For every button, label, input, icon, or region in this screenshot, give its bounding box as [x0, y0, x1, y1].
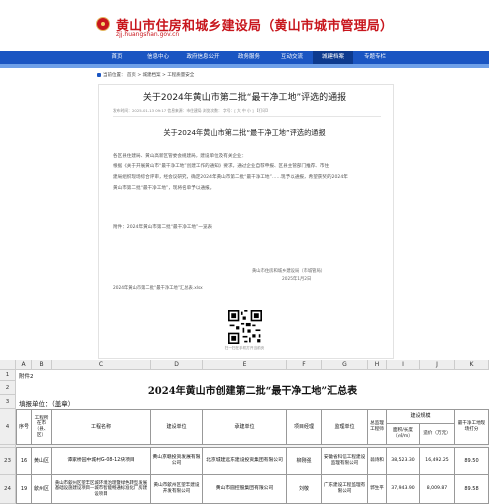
home-icon: [97, 72, 101, 77]
cell-contractor[interactable]: 黄山市圆控股集团有限公司: [203, 475, 287, 504]
cell-score[interactable]: 89.50: [455, 448, 489, 475]
column-header[interactable]: K: [455, 360, 489, 370]
header-score[interactable]: 最干净工地现场打分: [455, 409, 489, 445]
cell-score[interactable]: 89.58: [455, 475, 489, 504]
column-header[interactable]: I: [387, 360, 420, 370]
article-paragraph: 各区县住建局、黄山高新区管委会规建局，建设单位及有关企业：: [113, 154, 247, 159]
row-header[interactable]: 3: [0, 395, 16, 409]
main-nav: 首页 信息中心 政府信息公开 政务服务 互动交流 城建档案 专题专栏: [0, 51, 489, 64]
header-cost[interactable]: 造价（万元）: [420, 424, 455, 445]
nav-item-services[interactable]: 政务服务: [227, 51, 271, 64]
header-scale[interactable]: 建设规模: [387, 409, 455, 424]
cell-supervisor[interactable]: 安徽省科信工程建设监理有限公司: [322, 448, 368, 475]
cell-cost[interactable]: 16,492.25: [420, 448, 455, 475]
attachment-link[interactable]: 2024年黄山市第二批“最干净工地”汇总表.xlsx: [113, 285, 203, 291]
row-header[interactable]: 23: [0, 448, 16, 475]
article-subtitle: 关于2024年黄山市第二批“最干净工地”评选的通报: [163, 128, 326, 137]
cell-region[interactable]: 歙州区: [32, 475, 52, 504]
column-header[interactable]: E: [203, 360, 287, 370]
column-header[interactable]: C: [52, 360, 151, 370]
row-header[interactable]: 1: [0, 370, 16, 381]
cell-chief[interactable]: 翁诗和: [368, 448, 387, 475]
cell-area[interactable]: 37,943.90: [387, 475, 420, 504]
cell-manager[interactable]: 刘敬: [287, 475, 322, 504]
cell-builder[interactable]: 黄山京赣投资发展有限公司: [151, 448, 203, 475]
attachment-label-cell[interactable]: 附件2: [19, 372, 34, 380]
cell-cost[interactable]: 8,009.87: [420, 475, 455, 504]
breadcrumb: 当前位置： 首页 > 城建档案 > 工程质量安全: [97, 72, 194, 78]
nav-item-archives[interactable]: 城建档案: [313, 51, 353, 64]
cell-seq[interactable]: 19: [16, 475, 32, 504]
cell-builder[interactable]: 黄山市歙州区望丰建设开发有限公司: [151, 475, 203, 504]
cell-project[interactable]: 谭家桥园中城村G-08-12块项目: [52, 448, 151, 475]
column-header[interactable]: G: [322, 360, 368, 370]
column-header[interactable]: F: [287, 360, 322, 370]
attachment-line: 附件：2024年黄山市第二批“最干净工地”一览表: [113, 225, 213, 230]
article-divider: [113, 116, 381, 117]
header-chief-engineer[interactable]: 总监理工程师: [368, 409, 387, 445]
sign-date: 2025年1月2日: [282, 277, 312, 282]
cell-project[interactable]: 黄山市歙州区望丰区城环境治理暨绿色转型发展基础设施建设项目—城市智能畅通标准化厂…: [52, 475, 151, 504]
cell-area[interactable]: 38,523.30: [387, 448, 420, 475]
qr-caption: 扫一扫在手机打开当前页: [224, 346, 265, 350]
header-builder[interactable]: 建设单位: [151, 409, 203, 445]
header-region[interactable]: 工程所在市（县、区）: [32, 409, 52, 445]
column-header[interactable]: A: [16, 360, 32, 370]
header-seq[interactable]: 序号: [16, 409, 32, 445]
header-contractor[interactable]: 承建单位: [203, 409, 287, 445]
site-banner: 黄山市住房和城乡建设局（黄山市城市管理局） zjj.huangshan.gov.…: [0, 0, 489, 48]
column-header[interactable]: B: [32, 360, 52, 370]
nav-item-disclosure[interactable]: 政府信息公开: [179, 51, 227, 64]
column-header[interactable]: H: [368, 360, 387, 370]
header-area[interactable]: 面积/长度（㎡/m）: [387, 424, 420, 445]
article-meta: 发布时间：2025-01-13 09:17 信息来源：市住建局 浏览次数： 字号…: [113, 108, 270, 113]
nav-item-home[interactable]: 首页: [97, 51, 137, 64]
row-header[interactable]: 2: [0, 381, 16, 395]
webpage-area: 黄山市住房和城乡建设局（黄山市城市管理局） zjj.huangshan.gov.…: [0, 0, 489, 360]
row-header[interactable]: 4: [0, 409, 16, 445]
filler-cell[interactable]: 填报单位：（盖章）: [19, 398, 74, 408]
cell-chief[interactable]: 郭生平: [368, 475, 387, 504]
column-header[interactable]: J: [420, 360, 455, 370]
article-paragraph: 根据《关于开展黄山市“最干净工地”创建工作的通知》要求，通过企业自荐申报、区县主…: [113, 164, 330, 169]
row-header[interactable]: 24: [0, 475, 16, 504]
signer: 黄山市住房和城乡建设局（市城管局）: [252, 269, 326, 274]
breadcrumb-text[interactable]: 当前位置： 首页 > 城建档案 > 工程质量安全: [103, 73, 194, 78]
cell-contractor[interactable]: 北京城建远东建设投资集团有限公司: [203, 448, 287, 475]
header-supervisor[interactable]: 监理单位: [322, 409, 368, 445]
cell-supervisor[interactable]: 广东建设工程监理有限公司: [322, 475, 368, 504]
article-title: 关于2024年黄山市第二批“最干净工地”评选的通报: [142, 93, 347, 103]
qr-code: [228, 310, 262, 344]
cell-seq[interactable]: 16: [16, 448, 32, 475]
header-manager[interactable]: 项目经理: [287, 409, 322, 445]
header-project[interactable]: 工程名称: [52, 409, 151, 445]
site-url: zjj.huangshan.gov.cn: [116, 31, 180, 38]
corner-cell[interactable]: [0, 360, 16, 370]
article-paragraph: 黄山市第二批“最干净工地”，现将名单予以通报。: [113, 186, 215, 191]
column-header[interactable]: D: [151, 360, 203, 370]
cell-region[interactable]: 黄山区: [32, 448, 52, 475]
article-paragraph: 建局组织现场综合评审，经会议研究，确定2024年黄山市第二批“最干净工地”……现…: [113, 175, 348, 180]
nav-item-interaction[interactable]: 互动交流: [271, 51, 313, 64]
emblem-icon: [96, 17, 110, 31]
nav-underline: [0, 64, 489, 68]
cell-manager[interactable]: 柳刚强: [287, 448, 322, 475]
sheet-title-cell[interactable]: 2024年黄山市创建第二批“最干净工地”汇总表: [16, 382, 489, 397]
nav-item-news[interactable]: 信息中心: [137, 51, 179, 64]
nav-item-topics[interactable]: 专题专栏: [353, 51, 397, 64]
